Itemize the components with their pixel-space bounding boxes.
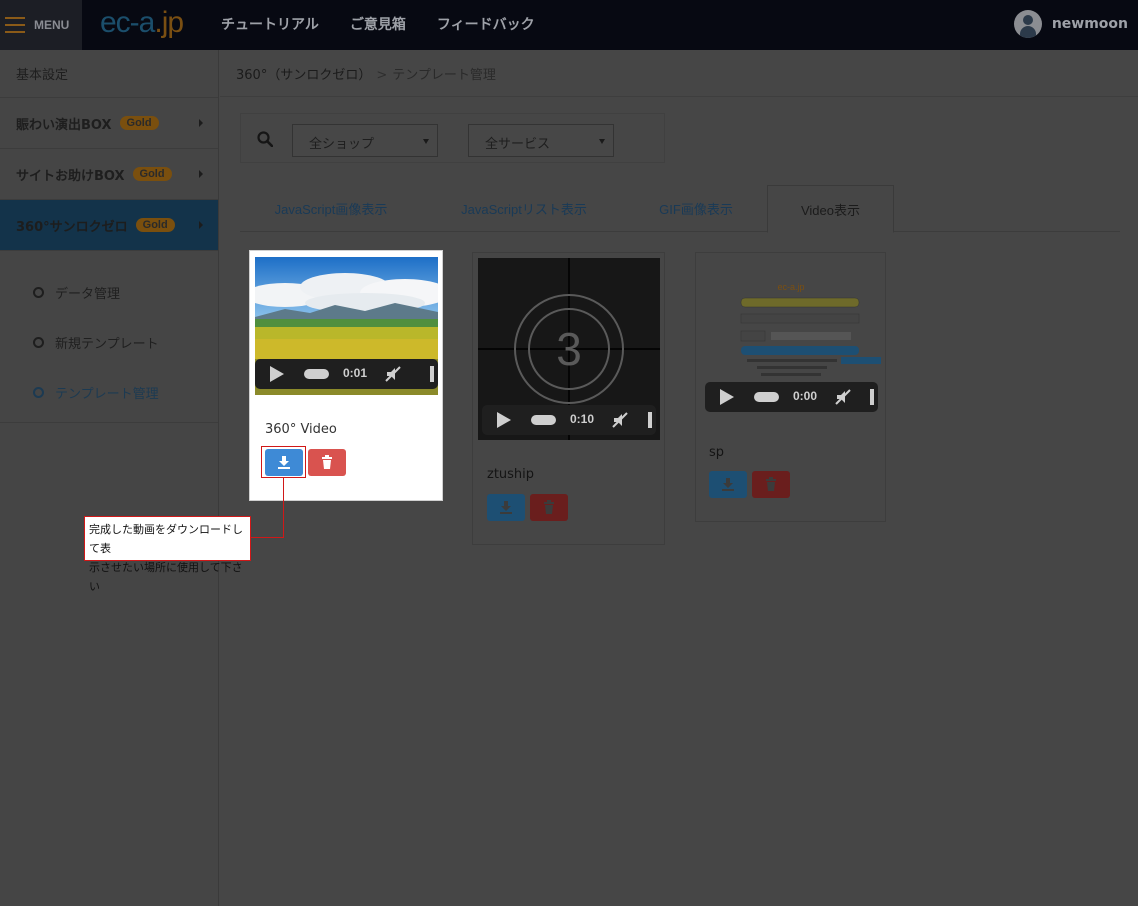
annotation-callout: 完成した動画をダウンロードして表 示させたい場所に使用して下さい xyxy=(84,516,251,593)
video-player[interactable]: 0:01 xyxy=(255,257,438,395)
nav-link-opinion-box[interactable]: ご意見箱 xyxy=(350,14,406,34)
video-time: 0:10 xyxy=(570,412,595,426)
top-navbar: MENU ec-a.jp チュートリアル ご意見箱 フィードバック newmoo… xyxy=(0,0,1138,50)
chevron-right-icon xyxy=(199,119,203,127)
download-icon xyxy=(722,478,734,491)
submenu-item-label: 新規テンプレート xyxy=(55,336,159,352)
fullscreen-icon[interactable] xyxy=(430,366,434,382)
sidebar-item-label: 賑わい演出BOX xyxy=(16,117,112,133)
video-title: 360° Video xyxy=(265,422,337,437)
submenu-item-label: データ管理 xyxy=(55,286,121,302)
trash-icon xyxy=(766,477,776,491)
gold-badge: Gold xyxy=(135,218,175,232)
trash-icon xyxy=(544,500,554,514)
seek-bar[interactable] xyxy=(304,369,329,379)
nav-link-feedback[interactable]: フィードバック xyxy=(437,14,535,34)
submenu-item-template-management[interactable]: テンプレート管理 xyxy=(0,367,218,417)
tab-gif-image[interactable]: GIF画像表示 xyxy=(634,185,758,232)
sidebar-item-label: 基本設定 xyxy=(16,68,69,83)
muted-volume-icon[interactable] xyxy=(385,366,401,382)
thumb-logo-text: ec-a.jp xyxy=(777,282,804,292)
video-title: ztuship xyxy=(487,467,535,482)
user-menu[interactable]: newmoon xyxy=(1013,10,1128,38)
video-controls: 0:10 xyxy=(482,405,656,435)
circle-icon xyxy=(33,386,44,398)
submenu-item-new-template[interactable]: 新規テンプレート xyxy=(0,317,218,367)
muted-volume-icon[interactable] xyxy=(835,389,851,405)
video-title: sp xyxy=(709,445,725,460)
callout-line: 示させたい場所に使用して下さい xyxy=(89,561,243,593)
username: newmoon xyxy=(1051,16,1128,32)
annotation-line xyxy=(283,478,284,538)
submenu-item-label: テンプレート管理 xyxy=(55,386,159,402)
breadcrumb-separator: > xyxy=(376,68,388,83)
nav-links: チュートリアル ご意見箱 フィードバック xyxy=(221,14,535,34)
tab-javascript-list[interactable]: JavaScriptリスト表示 xyxy=(440,185,608,232)
video-time: 0:00 xyxy=(793,389,818,403)
circle-icon xyxy=(33,336,44,348)
video-card: ec-a.jp 0:00 sp xyxy=(695,252,886,522)
play-icon[interactable] xyxy=(720,389,734,405)
muted-volume-icon[interactable] xyxy=(612,412,628,428)
submenu-item-data-management[interactable]: データ管理 xyxy=(0,267,218,317)
dropdown-arrow-icon xyxy=(599,139,605,144)
breadcrumb-current: テンプレート管理 xyxy=(392,68,496,83)
seek-bar[interactable] xyxy=(754,392,779,402)
delete-button[interactable] xyxy=(752,471,790,498)
sidebar-item-basic-settings[interactable]: 基本設定 xyxy=(0,50,218,98)
video-time: 0:01 xyxy=(343,366,368,380)
filter-bar: 全ショップ 全サービス xyxy=(240,113,665,163)
annotation-line xyxy=(251,537,284,538)
download-icon xyxy=(500,501,512,514)
download-button[interactable] xyxy=(709,471,747,498)
menu-button[interactable]: MENU xyxy=(0,0,82,50)
seek-bar[interactable] xyxy=(531,415,556,425)
dropdown-arrow-icon xyxy=(423,139,429,144)
sidebar-submenu: データ管理 新規テンプレート テンプレート管理 xyxy=(0,251,218,423)
sidebar-item-nigiwai-box[interactable]: 賑わい演出BOX Gold xyxy=(0,98,218,149)
sidebar: 基本設定 賑わい演出BOX Gold サイトお助けBOX Gold 360°サン… xyxy=(0,50,219,906)
service-select-value: 全サービス xyxy=(485,137,551,152)
sidebar-item-360[interactable]: 360°サンロクゼロ Gold xyxy=(0,200,218,251)
video-controls: 0:01 xyxy=(255,359,438,389)
search-icon[interactable] xyxy=(257,131,273,147)
download-button[interactable] xyxy=(487,494,525,521)
annotation-highlight-box xyxy=(261,446,306,478)
service-select[interactable]: 全サービス xyxy=(468,124,614,157)
countdown-number: 3 xyxy=(556,323,582,375)
site-logo[interactable]: ec-a.jp xyxy=(100,6,184,40)
chevron-right-icon xyxy=(199,170,203,178)
sidebar-item-site-help-box[interactable]: サイトお助けBOX Gold xyxy=(0,149,218,200)
display-tabs: JavaScript画像表示 JavaScriptリスト表示 GIF画像表示 V… xyxy=(240,185,1120,233)
breadcrumb: 360°（サンロクゼロ） > テンプレート管理 xyxy=(236,64,496,83)
nav-link-tutorial[interactable]: チュートリアル xyxy=(221,14,319,34)
delete-button[interactable] xyxy=(530,494,568,521)
tab-video[interactable]: Video表示 xyxy=(767,185,894,233)
shop-select-value: 全ショップ xyxy=(309,137,375,152)
chevron-right-icon xyxy=(199,221,203,229)
play-icon[interactable] xyxy=(270,366,284,382)
video-card: 3 0:10 ztuship xyxy=(472,252,665,545)
gold-badge: Gold xyxy=(132,167,172,181)
trash-icon xyxy=(322,455,332,469)
header-divider xyxy=(220,96,1138,97)
sidebar-item-label: 360°サンロクゼロ xyxy=(16,219,128,235)
video-player[interactable]: ec-a.jp 0:00 xyxy=(701,258,882,418)
menu-label: MENU xyxy=(34,18,70,32)
shop-select[interactable]: 全ショップ xyxy=(292,124,438,157)
gold-badge: Gold xyxy=(119,116,159,130)
tab-javascript-image[interactable]: JavaScript画像表示 xyxy=(240,185,422,232)
hamburger-icon xyxy=(5,17,25,33)
video-controls: 0:00 xyxy=(705,382,878,412)
circle-icon xyxy=(33,286,44,298)
play-icon[interactable] xyxy=(497,412,511,428)
video-player[interactable]: 3 0:10 xyxy=(478,258,660,440)
breadcrumb-parent[interactable]: 360°（サンロクゼロ） xyxy=(236,68,371,83)
sidebar-item-label: サイトお助けBOX xyxy=(16,168,125,184)
fullscreen-icon[interactable] xyxy=(648,412,652,428)
fullscreen-icon[interactable] xyxy=(870,389,874,405)
callout-line: 完成した動画をダウンロードして表 xyxy=(89,523,243,555)
user-avatar-icon xyxy=(1013,10,1042,38)
delete-button[interactable] xyxy=(308,449,346,476)
